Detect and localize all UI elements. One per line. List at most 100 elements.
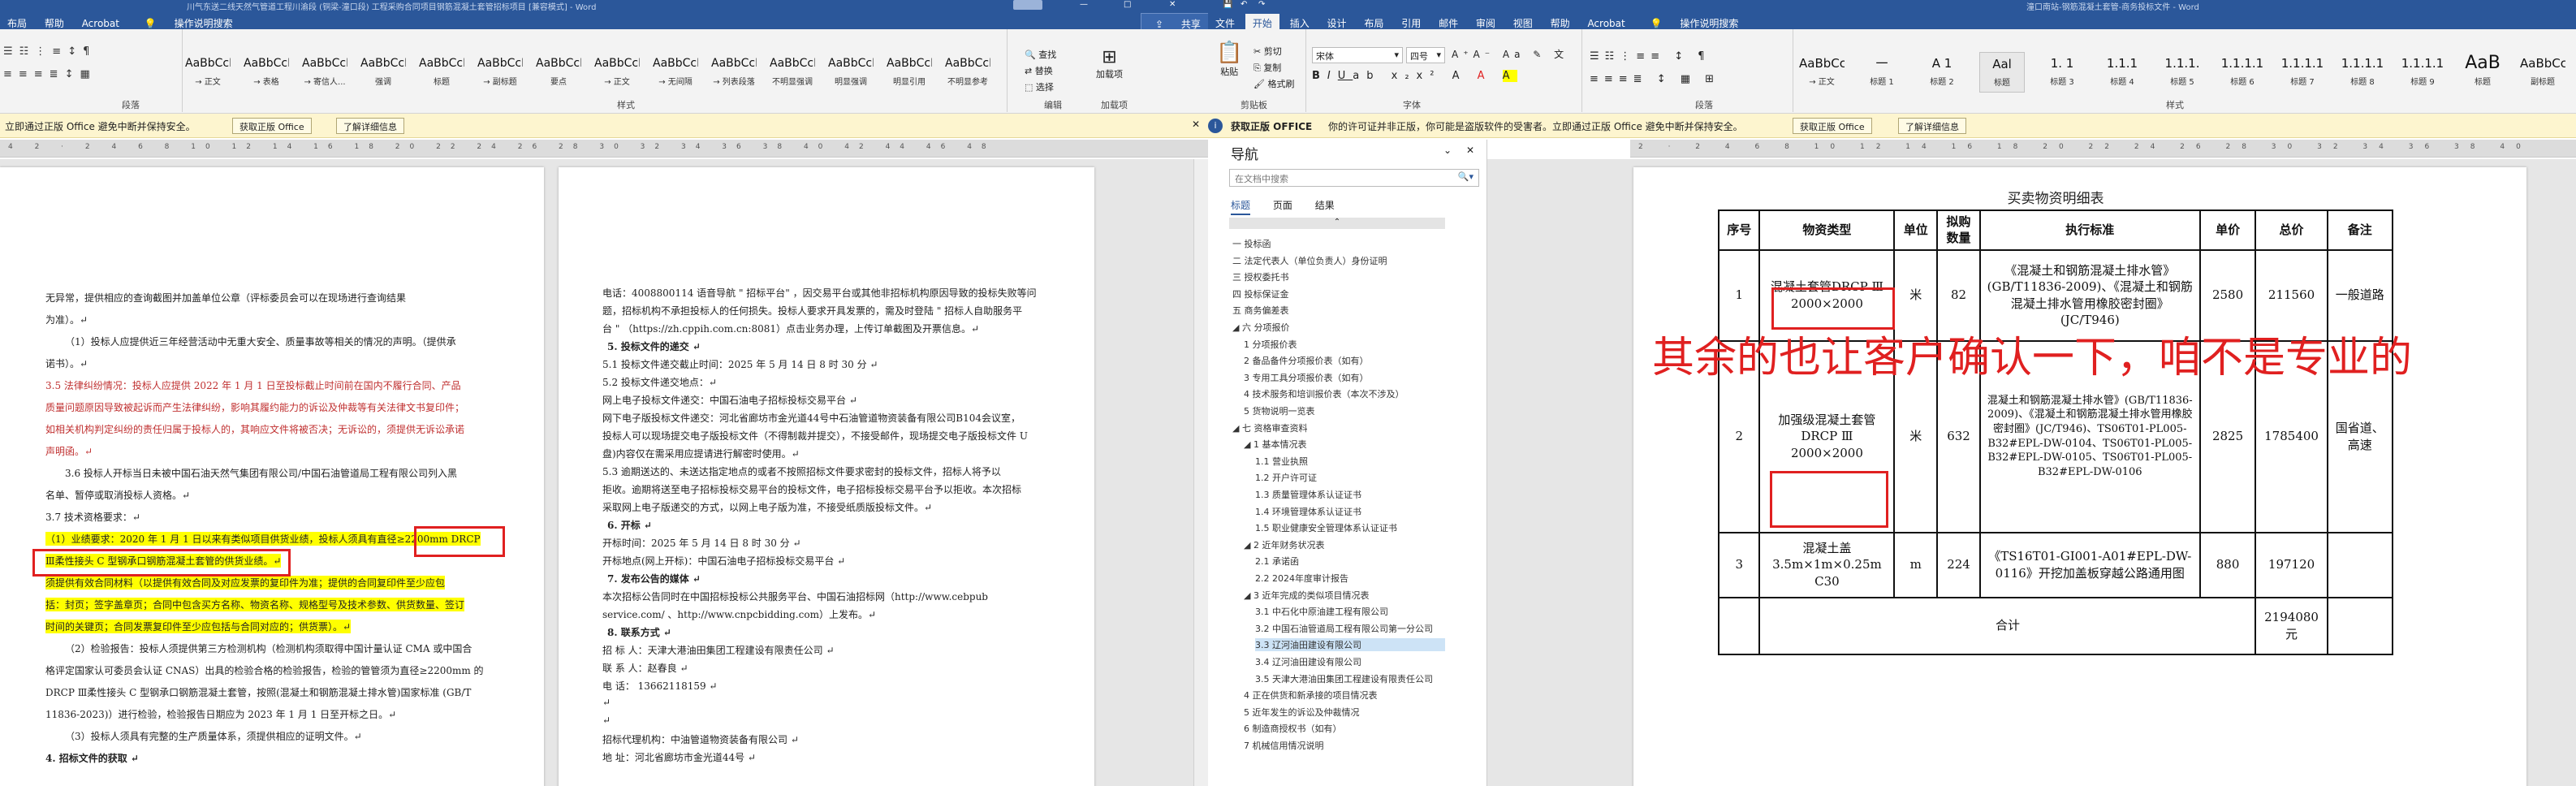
- nav-heading-item[interactable]: 4 技术服务和培训报价表（本次不涉及）: [1244, 387, 1445, 400]
- left-minimize-icon[interactable]: —: [1080, 0, 1088, 9]
- copy-button[interactable]: ⎘ 复制: [1253, 60, 1294, 76]
- left-signin-button[interactable]: [1013, 0, 1042, 10]
- style-gallery-item[interactable]: AaBbCcDd 明显强调: [828, 52, 874, 93]
- nav-heading-item[interactable]: 1.5 职业健康安全管理体系认证证书: [1255, 521, 1445, 534]
- style-sample: AaBbCcI: [185, 57, 231, 70]
- infobar-close-icon[interactable]: ✕: [1192, 119, 1200, 130]
- nav-heading-item[interactable]: ◢ 3 近年完成的类似项目情况表: [1244, 589, 1445, 602]
- left-close-icon[interactable]: ✕: [1169, 0, 1176, 9]
- left-maximize-icon[interactable]: □: [1124, 0, 1131, 9]
- nav-heading-item[interactable]: 4 正在供货和新承接的项目情况表: [1244, 689, 1445, 702]
- style-gallery-item[interactable]: AaBbCcI → 正文: [185, 52, 231, 93]
- redo-icon[interactable]: ↷: [1258, 0, 1265, 9]
- paste-button[interactable]: 📋 粘贴: [1216, 41, 1242, 78]
- page-2-line: 地 址：河北省廊坊市金光道44号 ↵: [602, 752, 756, 763]
- nav-heading-item[interactable]: 五 商务偏差表: [1232, 304, 1445, 317]
- nav-heading-item[interactable]: 2 备品备件分项报价表（如有）: [1244, 354, 1445, 367]
- style-gallery-item[interactable]: 1.1.1.1 标题 6: [2220, 52, 2265, 93]
- nav-tab-pages[interactable]: 页面: [1273, 200, 1292, 211]
- addins-button[interactable]: ⊞ 加载项: [1096, 47, 1123, 80]
- style-gallery-item[interactable]: AaBbCcD 不明显参考: [945, 52, 990, 93]
- select-button[interactable]: ⬚ 选择: [1025, 80, 1056, 96]
- style-gallery-item[interactable]: A 1 标题 2: [1919, 52, 1965, 93]
- style-gallery-item[interactable]: AaBbCc 副标题: [2520, 52, 2565, 93]
- find-button[interactable]: 🔍 查找: [1025, 47, 1056, 63]
- learn-more-button[interactable]: 了解详细信息: [336, 118, 404, 134]
- font-size-buttons[interactable]: A⁺A⁻ Aa ✎ 文: [1452, 47, 1568, 61]
- nav-heading-item[interactable]: 1.2 开户许可证: [1255, 471, 1445, 484]
- style-name: 要点: [550, 78, 567, 87]
- nav-heading-item[interactable]: 三 授权委托书: [1232, 270, 1445, 283]
- close-icon[interactable]: ✕: [1466, 145, 1474, 156]
- nav-heading-item[interactable]: 5 货物说明一览表: [1244, 404, 1445, 417]
- learn-more-button[interactable]: 了解详细信息: [1898, 118, 1966, 134]
- style-gallery-item[interactable]: AaBbCcI → 寄信人...: [302, 52, 347, 93]
- style-gallery-item[interactable]: AaBbCcDd → 列表段落: [711, 52, 757, 93]
- nav-heading-item[interactable]: 3 专用工具分项报价表（如有）: [1244, 371, 1445, 384]
- nav-heading-item[interactable]: 1.4 环境管理体系认证证书: [1255, 505, 1445, 518]
- nav-heading-item[interactable]: 6 制造商授权书（如有）: [1244, 722, 1445, 735]
- get-office-button[interactable]: 获取正版 Office: [1793, 118, 1872, 134]
- style-gallery-item[interactable]: 1.1.1.1 标题 9: [2400, 52, 2445, 93]
- nav-heading-item[interactable]: 一 投标函: [1232, 237, 1445, 250]
- nav-search-input[interactable]: 在文档中搜索 🔍▾: [1229, 169, 1479, 187]
- style-gallery-item[interactable]: Aal 标题: [1979, 52, 2025, 93]
- style-gallery-item[interactable]: AaBbCcDd 不明显强调: [770, 52, 815, 93]
- style-gallery-item[interactable]: AaBbCcD → 副标题: [477, 52, 523, 93]
- style-gallery-item[interactable]: AaBbCcD 要点: [536, 52, 581, 93]
- nav-heading-item[interactable]: 3.5 天津大港油田集团工程建设有限责任公司: [1255, 672, 1445, 685]
- nav-heading-item[interactable]: 3.2 中国石油管道局工程有限公司第一分公司: [1255, 622, 1445, 635]
- style-gallery-item[interactable]: 1. 1 标题 3: [2039, 52, 2085, 93]
- style-gallery-item[interactable]: AaBbCcDd → 正文: [1799, 52, 1845, 93]
- paragraph-buttons[interactable]: ☰☷⋮≡≡ ↕ ¶ ≡≡≡≣ ↕ ▦ ⊞: [1590, 45, 1719, 91]
- replace-button[interactable]: ⇄ 替换: [1025, 63, 1056, 80]
- separator: [1581, 29, 1582, 112]
- cut-button[interactable]: ✂ 剪切: [1253, 44, 1294, 60]
- style-gallery-item[interactable]: 一标题 1: [1859, 52, 1905, 93]
- style-gallery-item[interactable]: 1.1.1.1 标题 8: [2340, 52, 2385, 93]
- font-format-buttons[interactable]: BIUab x₂x² A A A: [1312, 70, 1517, 82]
- style-gallery-item[interactable]: AaBbCcDd → 无间隔: [653, 52, 698, 93]
- chevron-down-icon[interactable]: ⌄: [1443, 145, 1452, 156]
- font-name-select[interactable]: 宋体 ▾: [1312, 47, 1403, 63]
- format-painter-button[interactable]: 🖌 格式刷: [1253, 76, 1294, 93]
- style-sample: AaBbCcD: [419, 57, 464, 70]
- nav-heading-item[interactable]: ◢ 2 近年财务状况表: [1244, 538, 1445, 551]
- left-vertical-scrollbar[interactable]: [1193, 159, 1208, 786]
- align-buttons-icon[interactable]: ≡≡≡≣↕▦: [3, 68, 97, 80]
- nav-heading-item[interactable]: 1 分项报价表: [1244, 338, 1445, 351]
- page-2-line: 6. 开标 ↵: [607, 520, 652, 531]
- undo-icon[interactable]: ↶: [1241, 0, 1247, 9]
- style-gallery-item[interactable]: 1.1.1 标题 4: [2099, 52, 2145, 93]
- style-gallery-item[interactable]: 1.1.1. 标题 5: [2160, 52, 2205, 93]
- nav-tab-results[interactable]: 结果: [1315, 200, 1335, 211]
- nav-heading-item[interactable]: 2.2 2024年度审计报告: [1255, 572, 1445, 585]
- list-buttons-icon[interactable]: ☰☷⋮≡↕¶: [3, 45, 96, 58]
- nav-heading-item[interactable]: ◢ 七 资格审查资料: [1232, 421, 1445, 434]
- style-gallery-item[interactable]: 1.1.1.1 标题 7: [2280, 52, 2325, 93]
- nav-tab-headings[interactable]: 标题: [1231, 200, 1251, 215]
- nav-heading-item[interactable]: 3.3 辽河油田建设有限公司: [1255, 638, 1445, 652]
- nav-collapse-bar[interactable]: ⌃: [1229, 218, 1445, 229]
- nav-heading-item[interactable]: 1.3 质量管理体系认证证书: [1255, 488, 1445, 501]
- style-gallery-item[interactable]: AaBbCcD 标题: [419, 52, 464, 93]
- nav-heading-item[interactable]: 5 近年发生的诉讼及仲裁情况: [1244, 706, 1445, 719]
- get-office-button[interactable]: 获取正版 Office: [232, 118, 312, 134]
- style-gallery-item[interactable]: AaB 标题: [2460, 52, 2505, 93]
- save-icon[interactable]: 💾: [1223, 0, 1232, 9]
- nav-heading-item[interactable]: ◢ 六 分项报价: [1232, 321, 1445, 334]
- style-gallery-item[interactable]: AaBbCcDi → 正文: [594, 52, 640, 93]
- nav-heading-item[interactable]: 1.1 营业执照: [1255, 455, 1445, 468]
- nav-heading-item[interactable]: 四 投标保证金: [1232, 287, 1445, 300]
- style-gallery-item[interactable]: AaBbCcI → 表格: [244, 52, 289, 93]
- nav-heading-item[interactable]: 3.1 中石化中原油建工程有限公司: [1255, 605, 1445, 618]
- nav-heading-item[interactable]: 3.4 辽河油田建设有限公司: [1255, 655, 1445, 668]
- style-gallery-item[interactable]: AaBbCcD 强调: [360, 52, 406, 93]
- style-gallery-item[interactable]: AaBbCcDd 明显引用: [887, 52, 932, 93]
- nav-heading-item[interactable]: 7 机械信用情况说明: [1244, 739, 1445, 752]
- nav-heading-item[interactable]: 二 法定代表人（单位负责人）身份证明: [1232, 254, 1445, 267]
- nav-heading-item[interactable]: ◢ 1 基本情况表: [1244, 438, 1445, 451]
- nav-heading-item[interactable]: 2.1 承诺函: [1255, 555, 1445, 568]
- page-1-line: 3.5 法律纠纷情况：投标人应提供 2022 年 1 月 1 日至投标截止时间前…: [45, 380, 461, 391]
- font-size-select[interactable]: 四号 ▾: [1406, 47, 1445, 63]
